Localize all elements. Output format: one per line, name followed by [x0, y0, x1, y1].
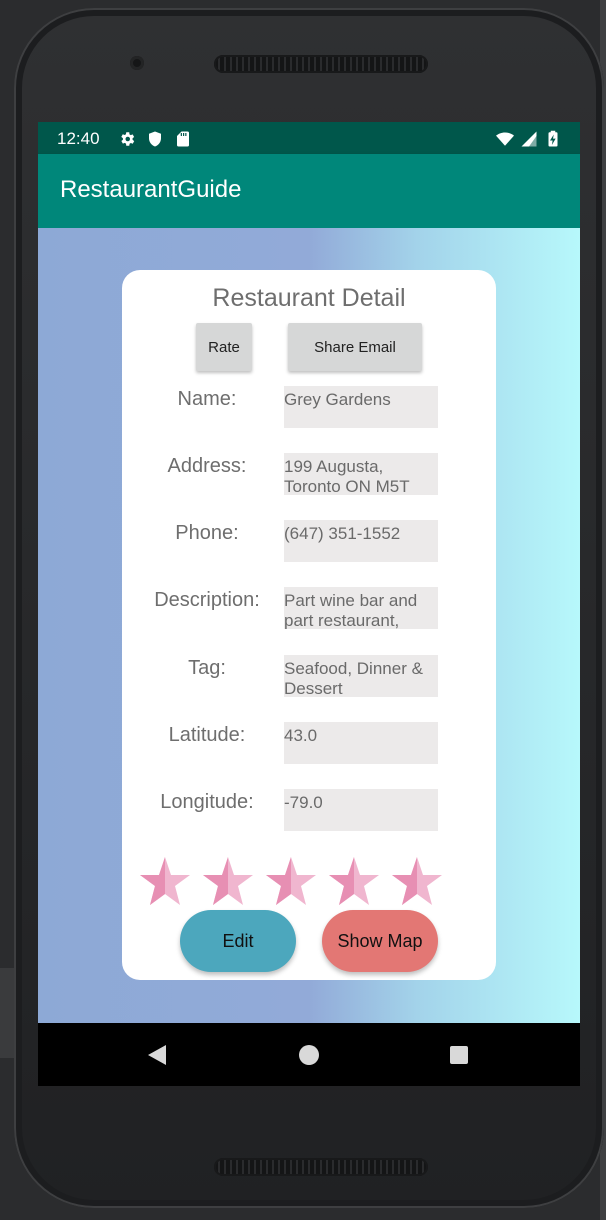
device-screen: 12:40 RestaurantGuide Restaurant Detail …	[38, 122, 580, 1086]
home-icon[interactable]	[299, 1045, 319, 1065]
rating-stars[interactable]	[138, 855, 458, 911]
battery-charging-icon	[548, 130, 558, 147]
status-icons-right	[496, 130, 562, 148]
field-row-tag: Tag: Seafood, Dinner & Dessert	[122, 655, 496, 697]
star-icon[interactable]	[138, 855, 192, 909]
longitude-label: Longitude:	[160, 791, 254, 813]
name-field[interactable]: Grey Gardens	[284, 386, 438, 428]
phone-label: Phone:	[175, 522, 239, 544]
description-label: Description:	[154, 589, 260, 611]
star-icon[interactable]	[327, 855, 381, 909]
latitude-label: Latitude:	[168, 724, 246, 746]
wifi-icon	[496, 132, 514, 146]
sd-card-icon	[177, 131, 189, 147]
card-title: Restaurant Detail	[212, 284, 406, 312]
star-icon[interactable]	[390, 855, 444, 909]
top-speaker	[214, 55, 428, 73]
app-bar: RestaurantGuide	[38, 154, 580, 228]
address-label: Address:	[167, 455, 247, 477]
restaurant-detail-card: Restaurant Detail Rate Share Email Name:…	[122, 270, 496, 980]
field-row-latitude: Latitude: 43.0	[122, 722, 496, 764]
field-row-longitude: Longitude: -79.0	[122, 789, 496, 831]
bottom-speaker	[214, 1158, 428, 1176]
signal-icon	[521, 131, 537, 147]
tag-field[interactable]: Seafood, Dinner & Dessert	[284, 655, 438, 697]
show-map-button[interactable]: Show Map	[322, 910, 438, 972]
app-title: RestaurantGuide	[60, 176, 242, 203]
address-field[interactable]: 199 Augusta, Toronto ON M5T	[284, 453, 438, 495]
settings-icon	[121, 132, 135, 146]
name-label: Name:	[177, 388, 237, 410]
tag-label: Tag:	[188, 657, 226, 679]
shield-icon	[149, 131, 161, 147]
field-row-name: Name: Grey Gardens	[122, 386, 496, 428]
status-bar: 12:40	[38, 122, 580, 154]
front-camera	[130, 56, 144, 70]
edit-button[interactable]: Edit	[180, 910, 296, 972]
recent-apps-icon[interactable]	[450, 1046, 468, 1064]
field-row-description: Description: Part wine bar and part rest…	[122, 587, 496, 629]
latitude-field[interactable]: 43.0	[284, 722, 438, 764]
content-area: Restaurant Detail Rate Share Email Name:…	[38, 228, 580, 1023]
navigation-bar	[38, 1023, 580, 1086]
back-icon[interactable]	[146, 1043, 168, 1067]
star-icon[interactable]	[264, 855, 318, 909]
share-email-button[interactable]: Share Email	[288, 323, 422, 371]
star-icon[interactable]	[201, 855, 255, 909]
phone-field[interactable]: (647) 351-1552	[284, 520, 438, 562]
field-row-address: Address: 199 Augusta, Toronto ON M5T	[122, 453, 496, 495]
status-time: 12:40	[57, 129, 100, 148]
rate-button[interactable]: Rate	[196, 323, 252, 371]
field-row-phone: Phone: (647) 351-1552	[122, 520, 496, 562]
longitude-field[interactable]: -79.0	[284, 789, 438, 831]
description-field[interactable]: Part wine bar and part restaurant,	[284, 587, 438, 629]
status-icons-left	[118, 130, 192, 148]
